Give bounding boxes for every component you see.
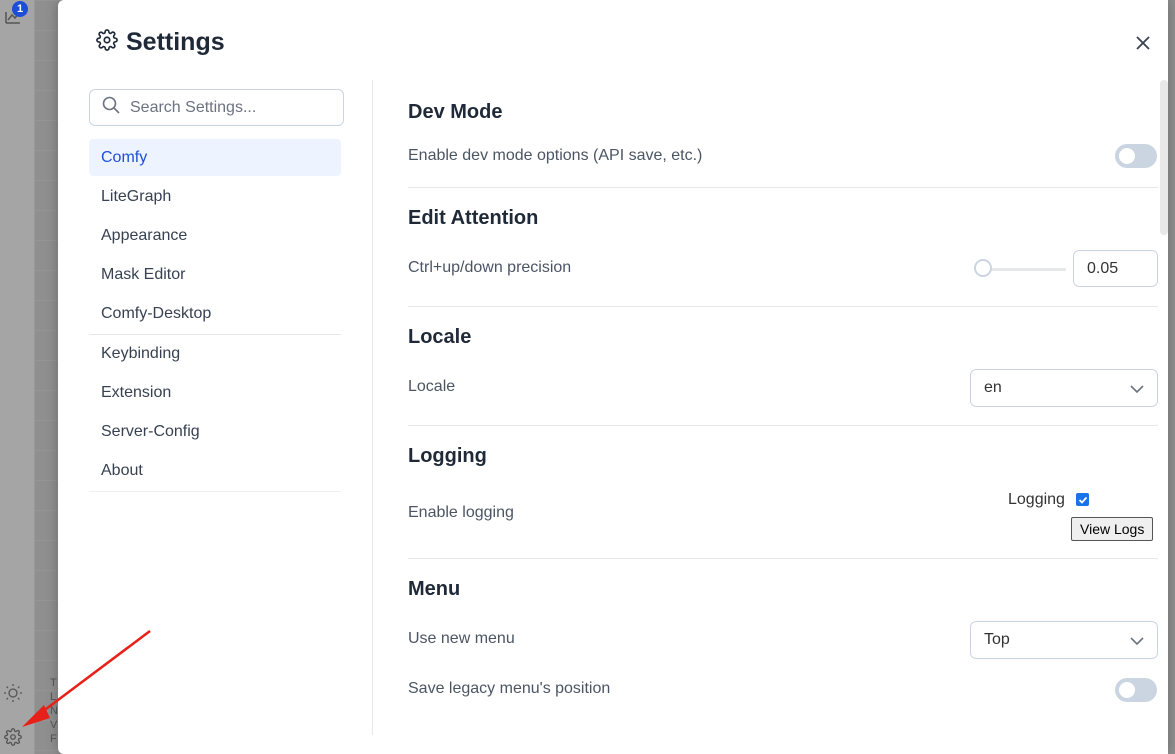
annotation-arrow-icon (22, 630, 151, 727)
